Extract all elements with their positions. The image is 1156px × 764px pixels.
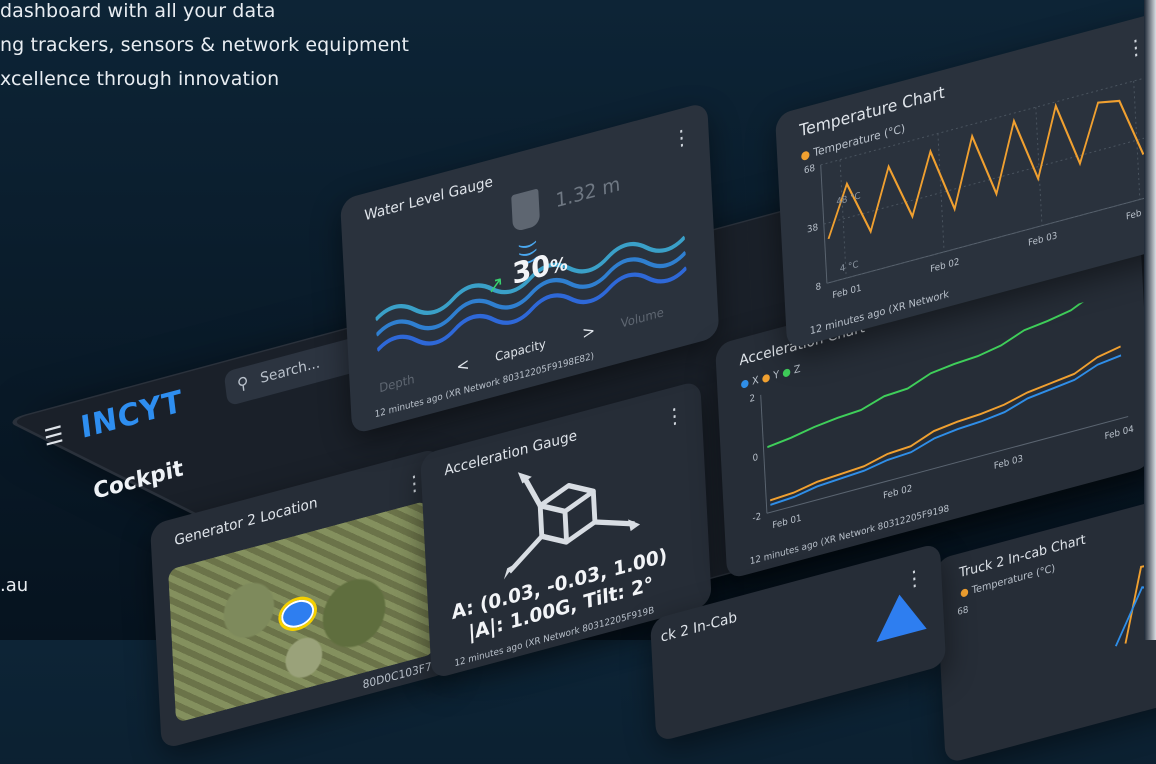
legend-x-dot: ● (740, 377, 750, 391)
y-tick: 68 (957, 604, 969, 619)
location-marker-icon[interactable] (277, 592, 318, 636)
x-tick-label: Feb 03 (1028, 231, 1058, 249)
search-input[interactable]: Search... (259, 355, 320, 387)
grid-line (839, 159, 847, 279)
x-tick-label: Feb 01 (832, 283, 862, 301)
x-tick-label: Feb 01 (772, 513, 802, 531)
min-badge: 4 °C (840, 260, 859, 275)
legend-y: Y (773, 369, 780, 383)
legend-temp-dot: ● (960, 586, 970, 600)
x-tick-label: Feb 03 (994, 454, 1024, 472)
y-tick-label: 8 (815, 282, 821, 294)
x-axis (766, 415, 1129, 514)
y-tick-label: 0 (752, 453, 758, 465)
x-tick-label: Feb 04 (1104, 424, 1134, 442)
search-icon: ⚲ (236, 372, 250, 395)
legend-z-dot: ● (782, 366, 792, 380)
gauge-tab-depth[interactable]: Depth (379, 372, 415, 396)
y-axis (760, 394, 768, 514)
direction-arrow-icon (874, 587, 927, 643)
legend-temp-dot: ● (800, 147, 811, 163)
truck-chart-card[interactable]: Truck 2 In-cab Chart ● Temperature (°C) … (935, 477, 1156, 764)
legend-y-dot: ● (761, 371, 771, 386)
menu-icon[interactable]: ☰ (43, 422, 65, 452)
card-title: Water Level Gauge (363, 173, 494, 225)
prev-arrow-icon[interactable]: < (456, 354, 470, 377)
x-tick-label: Feb 02 (930, 257, 960, 275)
card-menu-icon[interactable]: ⋮ (671, 123, 692, 153)
sensor-icon (511, 188, 541, 233)
y-tick-label: 2 (749, 393, 755, 405)
series-line-y (770, 345, 1121, 502)
legend-z: Z (793, 363, 801, 377)
dashboard-perspective: ☰ INCYT ⚲ Search... Cockpit Generator 2 … (0, 0, 1156, 764)
y-tick-label: 68 (804, 163, 816, 176)
y-tick-label: 38 (807, 223, 819, 236)
card-menu-icon[interactable]: ⋮ (664, 401, 685, 431)
next-arrow-icon[interactable]: > (582, 320, 596, 343)
card-title: ck 2 In-Cab (660, 609, 738, 646)
legend-x: X (751, 374, 760, 388)
x-tick-label: Feb 02 (883, 484, 913, 502)
y-tick-label: -2 (752, 512, 761, 524)
y-axis (820, 164, 828, 284)
series-line-x (770, 354, 1122, 506)
screen-edge (1144, 0, 1156, 640)
water-level-value: 1.32 m (554, 172, 621, 213)
truck-chart-plane: Truck 2 In-cab Chart ● Temperature (°C) … (935, 477, 1156, 764)
trend-up-icon: ↗ (486, 270, 505, 300)
